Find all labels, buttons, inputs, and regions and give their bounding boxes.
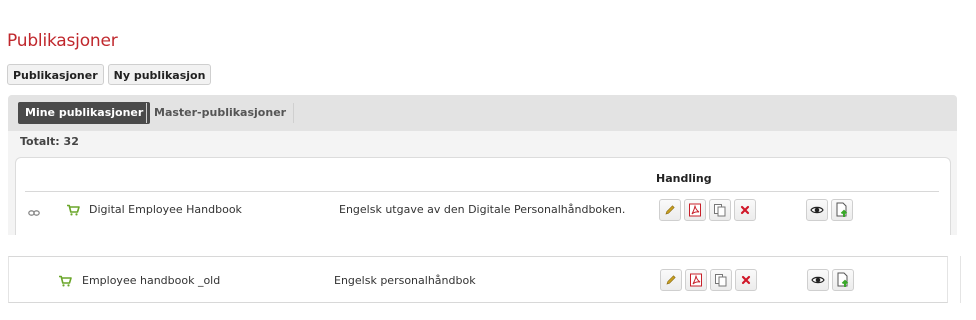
pencil-icon (665, 205, 675, 215)
tabs-bar: Mine publikasjoner Master-publikasjoner (8, 95, 957, 131)
tab-my-publications[interactable]: Mine publikasjoner (18, 102, 151, 124)
tab-master-publications[interactable]: Master-publikasjoner (146, 103, 295, 123)
new-publication-button[interactable]: Ny publikasjon (107, 64, 212, 85)
document-export-icon (837, 272, 849, 287)
table-row: Digital Employee Handbook Engelsk utgave… (16, 192, 950, 236)
delete-icon (740, 205, 750, 215)
delete-button[interactable] (735, 269, 757, 291)
publications-button[interactable]: Publikasjoner (7, 64, 104, 85)
delete-button[interactable] (734, 199, 756, 221)
publications-panel: Mine publikasjoner Master-publikasjoner … (8, 95, 957, 236)
pdf-button[interactable] (685, 269, 707, 291)
export-button[interactable] (832, 269, 854, 291)
copy-icon (714, 204, 726, 217)
pencil-icon (666, 275, 676, 285)
copy-button[interactable] (709, 199, 731, 221)
table-row: Employee handbook _old Engelsk personalh… (8, 256, 948, 303)
row-divider (960, 256, 961, 303)
publication-description: Engelsk utgave av den Digitale Personalh… (339, 203, 626, 216)
pdf-button[interactable] (684, 199, 706, 221)
column-header-handling: Handling (656, 172, 712, 185)
document-export-icon (836, 202, 848, 217)
eye-icon (810, 206, 824, 214)
publications-table: Handling Digital Employee Handbook Engel… (15, 157, 951, 236)
total-count: Totalt: 32 (20, 135, 79, 148)
publication-name[interactable]: Employee handbook _old (82, 274, 220, 287)
eye-icon (811, 276, 825, 284)
pdf-icon (690, 273, 702, 287)
view-button[interactable] (806, 199, 828, 221)
edit-button[interactable] (660, 269, 682, 291)
copy-icon (715, 274, 727, 287)
export-button[interactable] (831, 199, 853, 221)
publication-name[interactable]: Digital Employee Handbook (89, 203, 242, 216)
top-toolbar: Publikasjoner Ny publikasjon (7, 64, 212, 85)
cart-icon[interactable] (66, 201, 80, 220)
pdf-icon (689, 203, 701, 217)
copy-button[interactable] (710, 269, 732, 291)
edit-button[interactable] (659, 199, 681, 221)
publication-description: Engelsk personalhåndbok (334, 274, 476, 287)
cart-icon[interactable] (58, 272, 72, 291)
scroll-gap (0, 235, 976, 255)
link-icon[interactable] (28, 202, 40, 221)
delete-icon (741, 275, 751, 285)
page-title: Publikasjoner (7, 31, 118, 51)
view-button[interactable] (807, 269, 829, 291)
